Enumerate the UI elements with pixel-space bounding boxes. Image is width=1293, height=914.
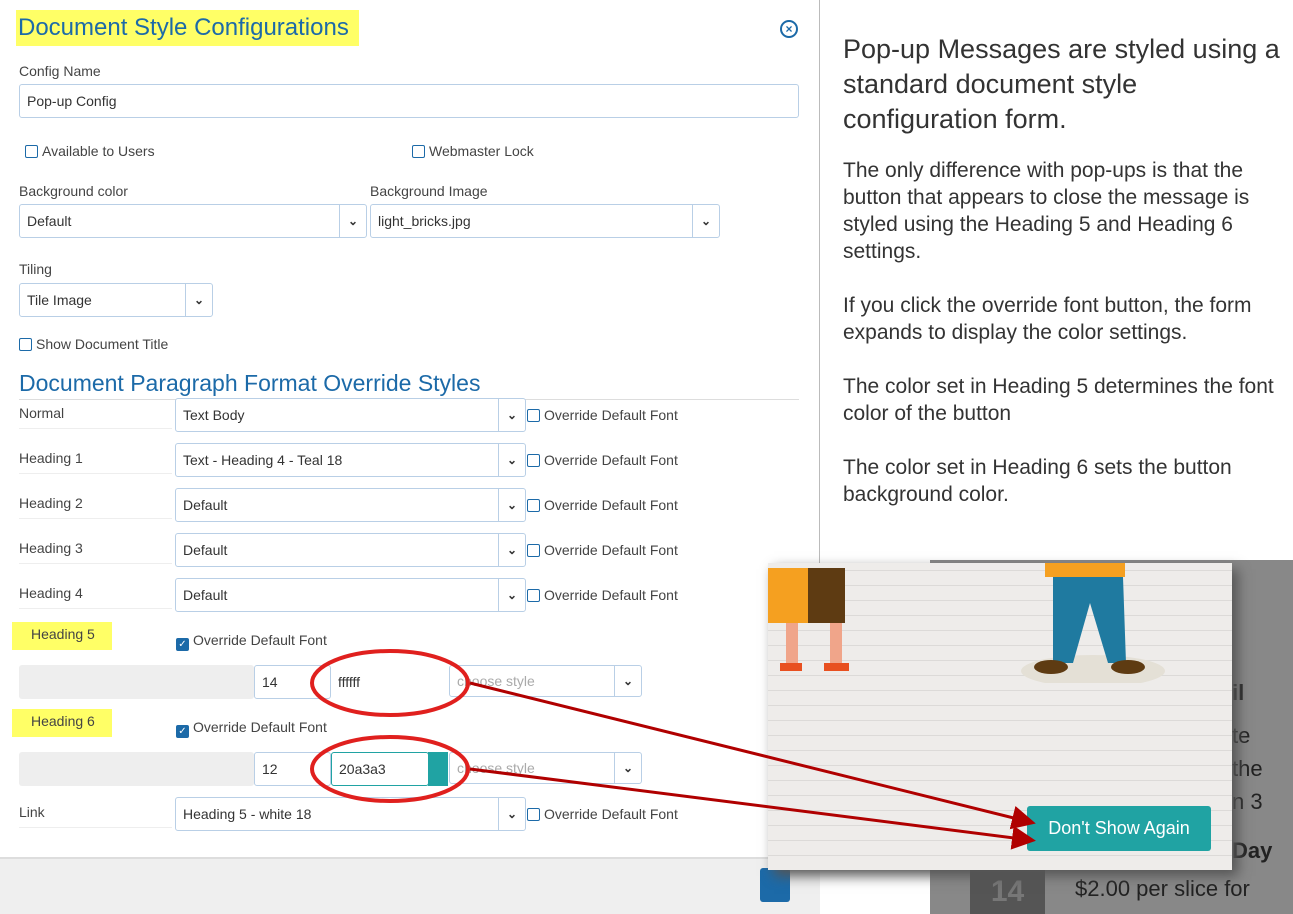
explanation-p4: The color set in Heading 6 sets the butt… bbox=[843, 456, 1232, 506]
chevron-down-icon: ⌄ bbox=[692, 205, 719, 237]
row-label: Normal bbox=[19, 405, 172, 429]
section-title: Document Paragraph Format Override Style… bbox=[19, 370, 799, 400]
close-icon[interactable]: × bbox=[780, 20, 798, 38]
row-style-select[interactable]: Default ⌄ bbox=[175, 488, 526, 522]
row-style-value: Text - Heading 4 - Teal 18 bbox=[183, 452, 343, 468]
row-override-checkbox[interactable]: Override Default Font bbox=[527, 497, 678, 513]
config-name-input[interactable]: Pop-up Config bbox=[19, 84, 799, 118]
bg-text: Day bbox=[1232, 838, 1273, 863]
row-label: Heading 2 bbox=[19, 495, 172, 519]
row-override-checkbox[interactable]: Override Default Font bbox=[527, 407, 678, 423]
row-override-checkbox[interactable]: Override Default Font bbox=[527, 542, 678, 558]
show-title-checkbox[interactable]: Show Document Title bbox=[19, 336, 168, 352]
bg-image-select[interactable]: light_bricks.jpg ⌄ bbox=[370, 204, 720, 238]
link-override-checkbox[interactable]: Override Default Font bbox=[527, 806, 678, 822]
available-label: Available to Users bbox=[42, 143, 155, 159]
row-override-checkbox[interactable]: Override Default Font bbox=[527, 452, 678, 468]
heading6-style-placeholder: choose style bbox=[457, 760, 535, 776]
tiling-select[interactable]: Tile Image ⌄ bbox=[19, 283, 213, 317]
explanation-panel: Pop-up Messages are styled using a stand… bbox=[843, 32, 1283, 508]
date-badge: 14 bbox=[970, 870, 1045, 914]
explanation-p3: The color set in Heading 5 determines th… bbox=[843, 375, 1274, 425]
bg-color-label: Background color bbox=[19, 183, 128, 199]
heading6-size-input[interactable]: 12 bbox=[254, 752, 331, 786]
chevron-down-icon: ⌄ bbox=[498, 798, 525, 830]
heading6-color-input[interactable]: 20a3a3 bbox=[331, 752, 429, 786]
webmaster-lock-checkbox[interactable]: Webmaster Lock bbox=[412, 143, 534, 159]
explanation-p2: If you click the override font button, t… bbox=[843, 294, 1252, 344]
override-label: Override Default Font bbox=[193, 632, 327, 648]
chevron-down-icon: ⌄ bbox=[339, 205, 366, 237]
config-name-label: Config Name bbox=[19, 63, 101, 79]
chevron-down-icon: ⌄ bbox=[614, 666, 641, 696]
bg-text: the bbox=[1232, 756, 1263, 781]
heading6-font-field[interactable] bbox=[19, 752, 254, 786]
override-label: Override Default Font bbox=[544, 497, 678, 513]
heading6-label: Heading 6 bbox=[12, 709, 112, 737]
bg-color-value: Default bbox=[27, 213, 72, 229]
chevron-down-icon: ⌄ bbox=[185, 284, 212, 316]
popup-preview: Don't Show Again bbox=[768, 563, 1232, 870]
override-label: Override Default Font bbox=[544, 542, 678, 558]
color-swatch[interactable] bbox=[428, 752, 448, 786]
link-select[interactable]: Heading 5 - white 18 ⌄ bbox=[175, 797, 526, 831]
bg-text: te bbox=[1232, 723, 1251, 748]
row-label: Heading 3 bbox=[19, 540, 172, 564]
tiling-label: Tiling bbox=[19, 261, 52, 277]
heading5-font-field[interactable] bbox=[19, 665, 254, 699]
save-button[interactable] bbox=[760, 868, 790, 902]
modal-title: Document Style Configurations bbox=[16, 10, 359, 46]
row-style-value: Text Body bbox=[183, 407, 245, 423]
price-text: $2.00 per slice for bbox=[1075, 876, 1250, 901]
row-style-select[interactable]: Default ⌄ bbox=[175, 578, 526, 612]
tiling-value: Tile Image bbox=[27, 292, 92, 308]
heading6-override-checkbox[interactable]: ✓ Override Default Font bbox=[176, 719, 327, 738]
override-label: Override Default Font bbox=[544, 587, 678, 603]
row-style-value: Default bbox=[183, 587, 228, 603]
heading5-style-select[interactable]: choose style ⌄ bbox=[449, 665, 642, 697]
row-override-checkbox[interactable]: Override Default Font bbox=[527, 587, 678, 603]
chevron-down-icon: ⌄ bbox=[498, 444, 525, 476]
webmaster-label: Webmaster Lock bbox=[429, 143, 534, 159]
modal-footer bbox=[0, 857, 820, 914]
row-style-value: Default bbox=[183, 497, 228, 513]
bg-image-label: Background Image bbox=[370, 183, 488, 199]
bg-text: n 3 bbox=[1232, 789, 1263, 814]
style-config-modal: Document Style Configurations × Config N… bbox=[0, 0, 820, 914]
heading5-label: Heading 5 bbox=[12, 622, 112, 650]
bg-text: il bbox=[1232, 680, 1245, 705]
override-label: Override Default Font bbox=[544, 452, 678, 468]
override-label: Override Default Font bbox=[193, 719, 327, 735]
chevron-down-icon: ⌄ bbox=[498, 534, 525, 566]
override-label: Override Default Font bbox=[544, 407, 678, 423]
link-label: Link bbox=[19, 804, 172, 828]
people-illustration bbox=[768, 563, 1165, 683]
show-title-label: Show Document Title bbox=[36, 336, 169, 352]
bg-image-value: light_bricks.jpg bbox=[378, 213, 471, 229]
row-label: Heading 4 bbox=[19, 585, 172, 609]
chevron-down-icon: ⌄ bbox=[498, 399, 525, 431]
override-label: Override Default Font bbox=[544, 806, 678, 822]
dont-show-again-button[interactable]: Don't Show Again bbox=[1027, 806, 1211, 851]
heading5-style-placeholder: choose style bbox=[457, 673, 535, 689]
chevron-down-icon: ⌄ bbox=[498, 489, 525, 521]
heading6-style-select[interactable]: choose style ⌄ bbox=[449, 752, 642, 784]
available-to-users-checkbox[interactable]: Available to Users bbox=[25, 143, 155, 159]
row-label: Heading 1 bbox=[19, 450, 172, 474]
link-value: Heading 5 - white 18 bbox=[183, 806, 312, 822]
heading5-color-input[interactable]: ffffff bbox=[331, 665, 449, 699]
row-style-select[interactable]: Default ⌄ bbox=[175, 533, 526, 567]
row-style-select[interactable]: Text Body ⌄ bbox=[175, 398, 526, 432]
heading5-size-input[interactable]: 14 bbox=[254, 665, 331, 699]
chevron-down-icon: ⌄ bbox=[498, 579, 525, 611]
row-style-select[interactable]: Text - Heading 4 - Teal 18 ⌄ bbox=[175, 443, 526, 477]
chevron-down-icon: ⌄ bbox=[614, 753, 641, 783]
row-style-value: Default bbox=[183, 542, 228, 558]
explanation-p1: The only difference with pop-ups is that… bbox=[843, 159, 1250, 263]
explanation-heading: Pop-up Messages are styled using a stand… bbox=[843, 34, 1280, 134]
bg-color-select[interactable]: Default ⌄ bbox=[19, 204, 367, 238]
heading5-override-checkbox[interactable]: ✓ Override Default Font bbox=[176, 632, 327, 651]
